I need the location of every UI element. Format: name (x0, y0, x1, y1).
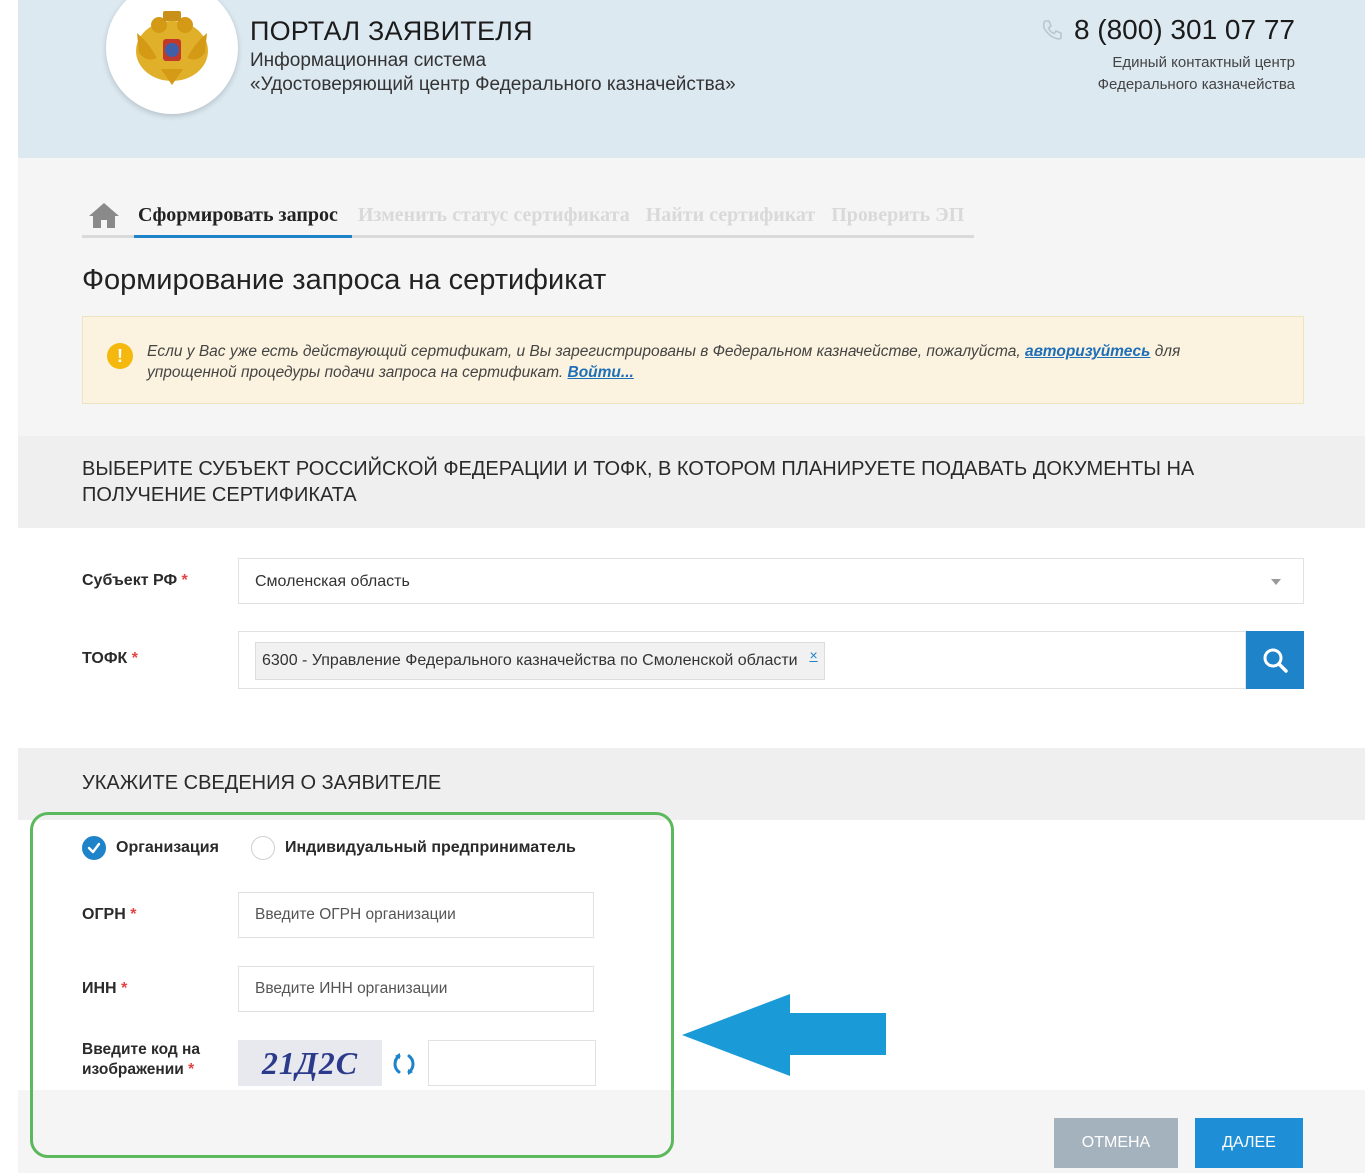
region-section-body: Субъект РФ * Смоленская область ТОФК * 6… (18, 528, 1365, 748)
portal-subtitle-line1: Информационная система (250, 50, 487, 71)
nav-tabs: Сформировать запрос Изменить статус серт… (82, 198, 975, 238)
header: ПОРТАЛ ЗАЯВИТЕЛЯ Информационная система … (18, 0, 1365, 158)
tab-create-request[interactable]: Сформировать запрос (134, 198, 352, 238)
subject-label-text: Субъект РФ (82, 572, 178, 589)
tofk-label-text: ТОФК (82, 650, 128, 667)
next-button[interactable]: ДАЛЕЕ (1195, 1118, 1303, 1168)
tofk-search-button[interactable] (1246, 631, 1304, 689)
authorize-link[interactable]: авторизуйтесь (1025, 343, 1150, 360)
tab-find-certificate[interactable]: Найти сертификат (639, 198, 826, 238)
notice-text-before: Если у Вас уже есть действующий сертифик… (147, 343, 1021, 360)
arrow-left-annotation-icon (682, 994, 886, 1076)
contact-center-line1: Единый контактный центр (1112, 54, 1295, 71)
home-icon (89, 203, 119, 228)
tab-verify-signature[interactable]: Проверить ЭП (825, 198, 975, 238)
search-icon (1263, 648, 1288, 673)
portal-subtitle-line2: «Удостоверяющий центр Федерального казна… (250, 74, 736, 95)
tofk-label: ТОФК * (82, 650, 138, 668)
tofk-chip-label: 6300 - Управление Федерального казначейс… (262, 652, 798, 669)
ogrn-input[interactable] (238, 892, 594, 938)
checkmark-icon (87, 842, 101, 854)
phone-icon (1042, 20, 1062, 40)
region-section-header: ВЫБЕРИТЕ СУБЪЕКТ РОССИЙСКОЙ ФЕДЕРАЦИИ И … (18, 436, 1365, 528)
ogrn-label-text: ОГРН (82, 906, 126, 923)
login-link[interactable]: Войти... (568, 364, 634, 381)
subject-select-value: Смоленская область (255, 573, 410, 590)
applicant-type-radios: Организация Индивидуальный предпринимате… (82, 836, 608, 860)
applicant-section-title: УКАЖИТЕ СВЕДЕНИЯ О ЗАЯВИТЕЛЕ (82, 772, 442, 794)
subject-select[interactable]: Смоленская область (238, 558, 1304, 604)
region-section-title: ВЫБЕРИТЕ СУБЪЕКТ РОССИЙСКОЙ ФЕДЕРАЦИИ И … (82, 458, 1195, 506)
required-mark: * (131, 650, 138, 667)
tofk-field[interactable]: 6300 - Управление Федерального казначейс… (238, 631, 1246, 689)
remove-chip-icon[interactable]: × (809, 647, 817, 663)
left-rail (0, 0, 18, 1173)
required-mark: * (130, 906, 137, 923)
refresh-icon[interactable] (390, 1050, 418, 1078)
captcha-code: 21Д2С (261, 1044, 359, 1081)
captcha-label-line1: Введите код на (82, 1041, 200, 1058)
tab-home[interactable] (82, 201, 134, 238)
radio-entrepreneur-label[interactable]: Индивидуальный предприниматель (285, 839, 576, 857)
inn-label-text: ИНН (82, 980, 117, 997)
subject-label: Субъект РФ * (82, 572, 188, 590)
captcha-image: 21Д2С (238, 1040, 382, 1086)
notice-text: Если у Вас уже есть действующий сертифик… (147, 341, 1267, 383)
required-mark: * (181, 572, 188, 589)
ogrn-label: ОГРН * (82, 906, 136, 924)
captcha-label: Введите код на изображении * (82, 1040, 200, 1080)
chevron-down-icon (1271, 579, 1281, 585)
radio-organization-label[interactable]: Организация (116, 839, 219, 857)
cancel-button[interactable]: ОТМЕНА (1054, 1118, 1178, 1168)
portal-title: ПОРТАЛ ЗАЯВИТЕЛЯ (250, 16, 533, 46)
radio-entrepreneur[interactable] (250, 836, 275, 860)
phone-block: 8 (800) 301 07 77 (1040, 14, 1295, 46)
page: ПОРТАЛ ЗАЯВИТЕЛЯ Информационная система … (0, 0, 1365, 1173)
applicant-section-header: УКАЖИТЕ СВЕДЕНИЯ О ЗАЯВИТЕЛЕ (18, 748, 1365, 820)
tab-change-status[interactable]: Изменить статус сертификата (351, 198, 640, 238)
required-mark: * (121, 980, 128, 997)
emblem-logo[interactable] (106, 0, 238, 114)
double-headed-eagle-icon (136, 11, 208, 85)
required-mark: * (188, 1061, 195, 1078)
info-icon: ! (107, 343, 133, 369)
captcha-label-line2-text: изображении (82, 1061, 184, 1078)
radio-organization[interactable] (82, 836, 106, 860)
phone-number[interactable]: 8 (800) 301 07 77 (1074, 14, 1295, 46)
captcha-label-line2: изображении * (82, 1060, 200, 1080)
captcha-input[interactable] (428, 1040, 596, 1086)
page-title: Формирование запроса на сертификат (82, 264, 607, 296)
tofk-selected-chip: 6300 - Управление Федерального казначейс… (255, 642, 825, 680)
contact-center-line2: Федерального казначейства (1097, 76, 1295, 93)
notice-banner: ! Если у Вас уже есть действующий сертиф… (82, 316, 1304, 404)
inn-label: ИНН * (82, 980, 127, 998)
inn-input[interactable] (238, 966, 594, 1012)
